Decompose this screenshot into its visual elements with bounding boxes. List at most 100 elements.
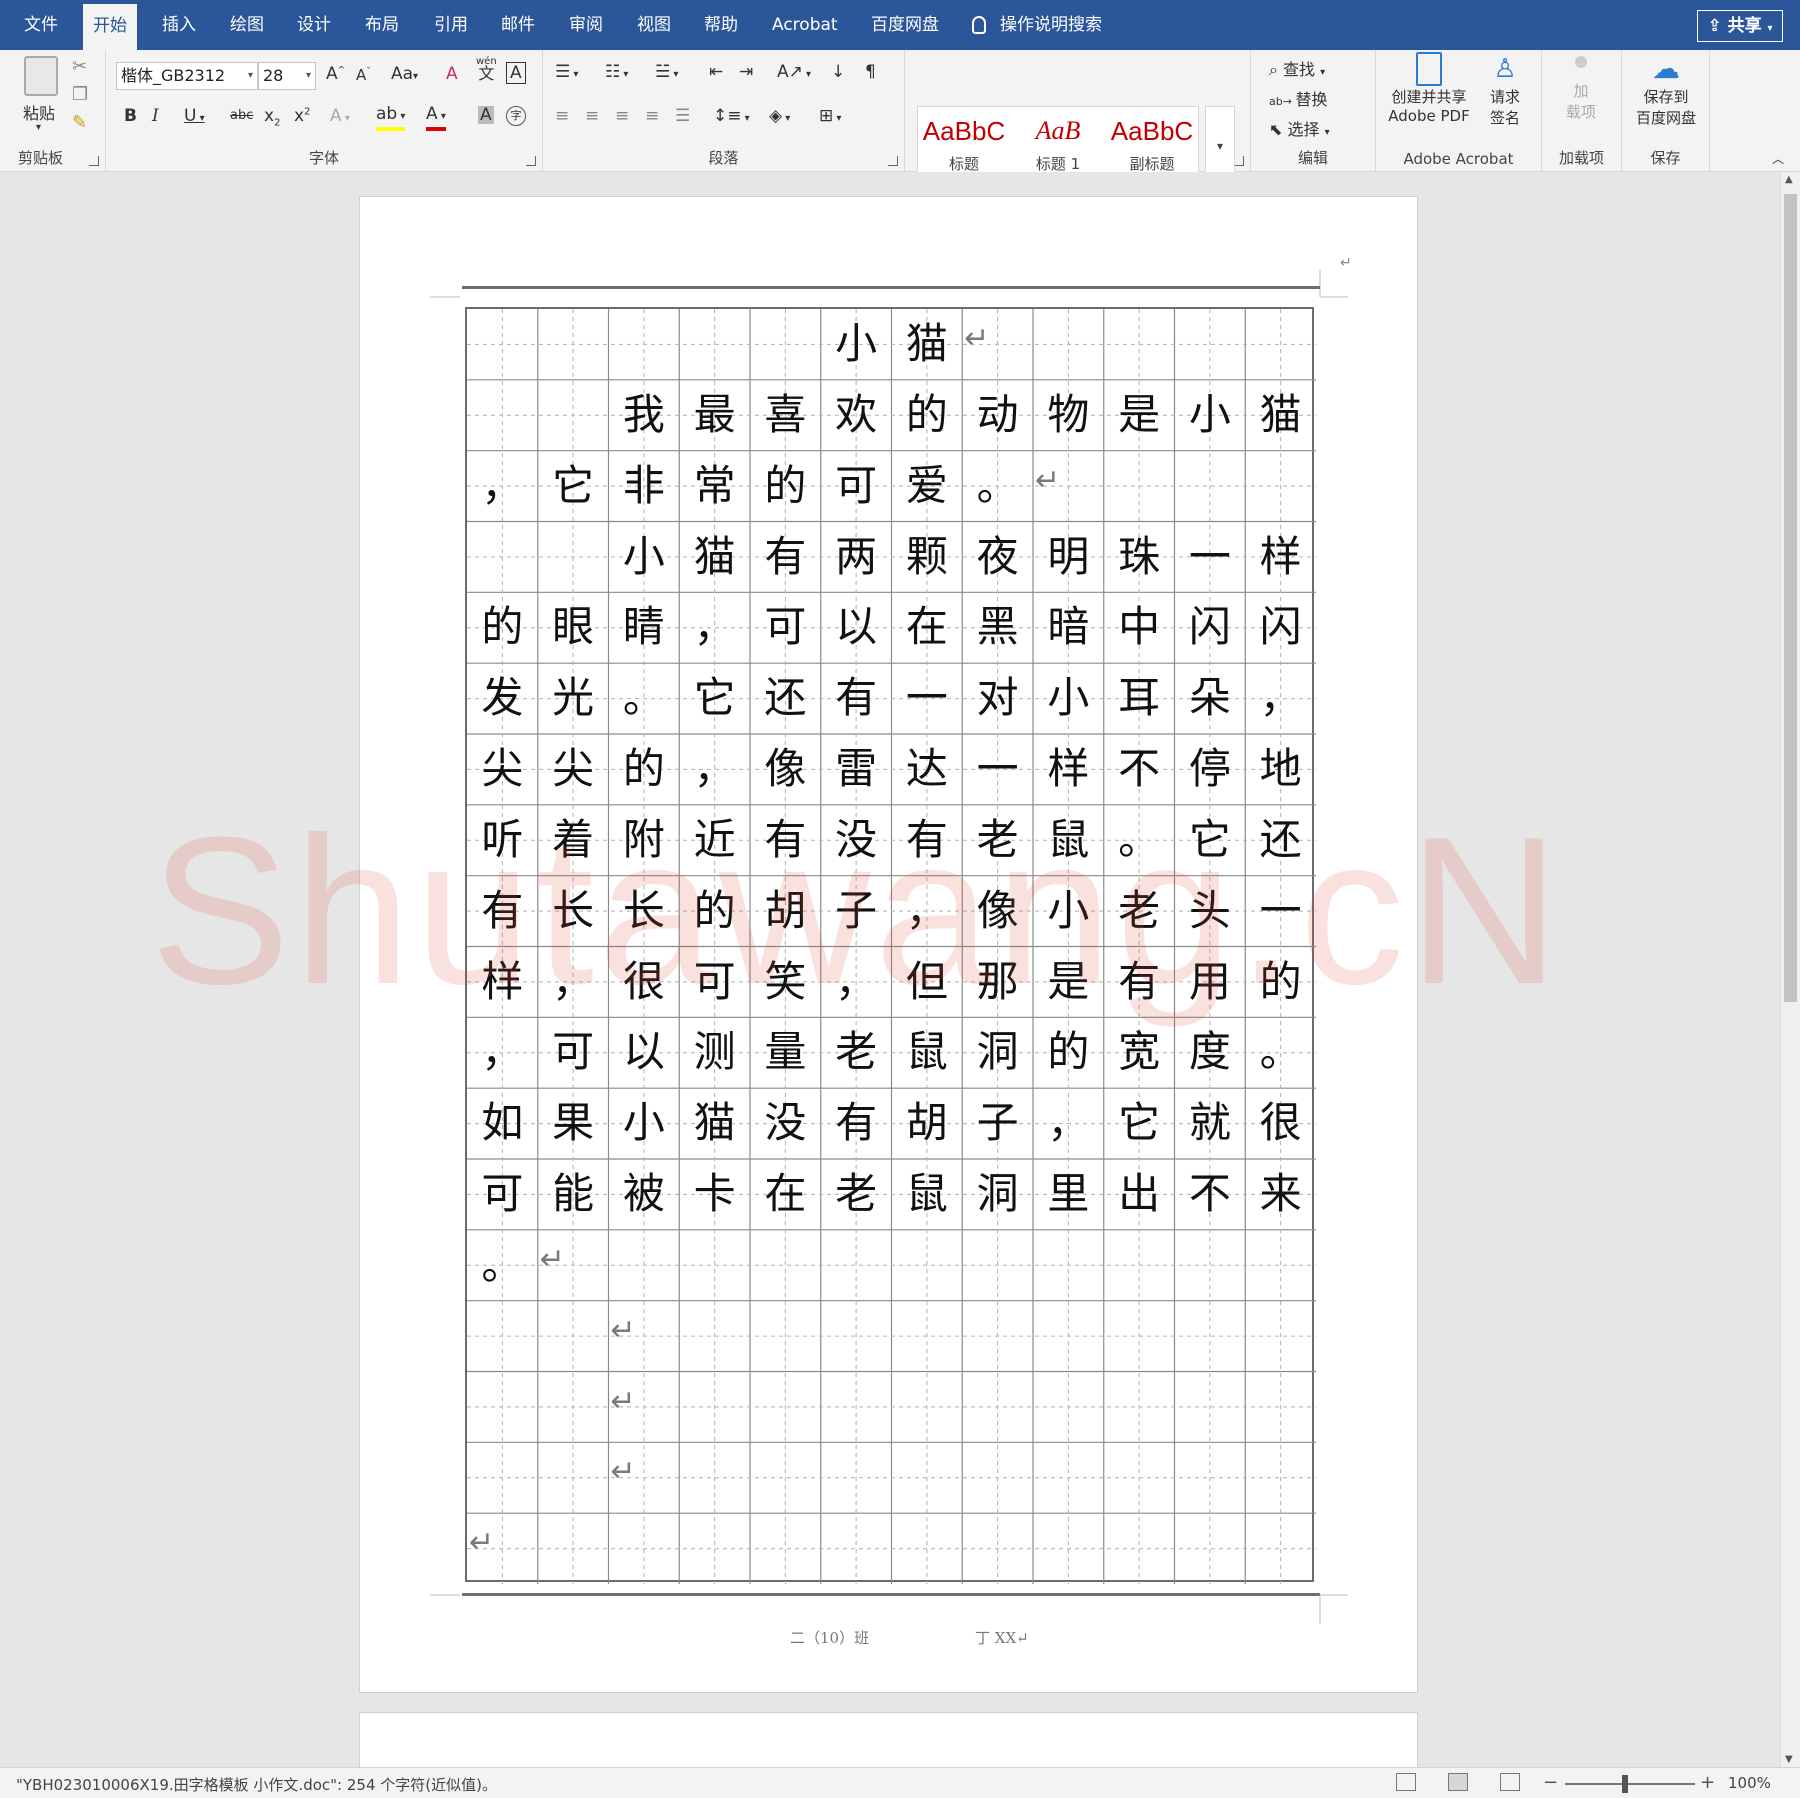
italic-icon[interactable]: I (152, 106, 159, 126)
document-page[interactable]: ↵ 小猫我最喜欢的动物是小猫，它非常的可爱。小猫有两颗夜明珠一样的眼睛，可以在黑… (359, 196, 1418, 1693)
addins-icon (1575, 56, 1587, 68)
tab-3[interactable]: 绘图 (220, 0, 274, 50)
vertical-scrollbar[interactable]: ▲ ▼ (1780, 172, 1800, 1767)
tab-4[interactable]: 设计 (287, 0, 341, 50)
text-effects-icon[interactable]: A ▾ (330, 106, 350, 126)
replace-button[interactable]: ab→ 替换 (1269, 86, 1327, 110)
clipboard-launcher-icon[interactable] (89, 156, 99, 166)
distributed-icon[interactable]: ☰ (675, 106, 690, 126)
tab-1[interactable]: 开始 (83, 4, 137, 50)
tab-10[interactable]: 帮助 (694, 0, 748, 50)
paste-dropdown-icon[interactable]: ▾ (36, 122, 41, 133)
line-spacing-icon[interactable]: ↕≡ ▾ (713, 106, 750, 126)
grid-char: 。 (481, 1239, 524, 1289)
grid-char: 小 (835, 319, 878, 368)
phonetic-guide-icon[interactable]: wén 文 (476, 56, 497, 83)
tab-2[interactable]: 插入 (152, 0, 206, 50)
font-name-combo[interactable]: 楷体_GB2312 ▾ (116, 62, 258, 90)
bullets-icon[interactable]: ☰ ▾ (555, 62, 578, 82)
tab-6[interactable]: 引用 (424, 0, 478, 50)
increase-indent-icon[interactable]: ⇥ (739, 62, 753, 82)
shrink-font-icon[interactable]: Aˇ (356, 66, 371, 84)
collapse-ribbon-icon[interactable]: ︿ (1772, 150, 1784, 167)
grid-char: 猫 (693, 531, 736, 581)
font-color-icon[interactable]: A ▾ (426, 104, 446, 131)
show-marks-icon[interactable]: ¶ (865, 62, 876, 82)
zoom-in-icon[interactable]: + (1700, 1772, 1715, 1793)
change-case-button[interactable]: Aa▾ (391, 64, 418, 84)
scroll-up-icon[interactable]: ▲ (1785, 174, 1793, 185)
select-button[interactable]: ⬉ 选择 ▾ (1269, 116, 1330, 140)
save-to-baidu-button[interactable]: ☁ 保存到 百度网盘 (1624, 52, 1708, 128)
find-button[interactable]: ⌕ 查找 ▾ (1269, 56, 1325, 80)
tell-me-search[interactable]: 操作说明搜索 (972, 0, 1102, 50)
zoom-slider[interactable] (1565, 1783, 1695, 1785)
grid-char: 耳 (1118, 673, 1161, 723)
tab-0[interactable]: 文件 (14, 0, 68, 50)
align-left-icon[interactable]: ≡ (555, 106, 569, 126)
grid-char: 度 (1188, 1027, 1231, 1077)
grid-char: 一 (1259, 885, 1302, 935)
grow-font-icon[interactable]: A^ (326, 64, 345, 84)
font-launcher-icon[interactable] (526, 156, 536, 166)
borders-icon[interactable]: ⊞ ▾ (819, 106, 841, 126)
enclose-characters-icon[interactable]: 字 (506, 106, 526, 126)
highlight-icon[interactable]: ab ▾ (376, 104, 406, 131)
grid-char: 我 (622, 389, 665, 439)
shading-icon[interactable]: ◈ ▾ (769, 106, 790, 126)
tab-7[interactable]: 邮件 (491, 0, 545, 50)
align-center-icon[interactable]: ≡ (585, 106, 599, 126)
zoom-level[interactable]: 100% (1728, 1774, 1771, 1792)
create-share-pdf-button[interactable]: 创建并共享 Adobe PDF (1386, 52, 1472, 125)
text-direction-icon[interactable]: A↗ ▾ (777, 62, 811, 82)
character-border-icon[interactable]: A (506, 62, 526, 84)
copy-icon[interactable]: ❐ (72, 84, 88, 105)
print-layout-icon[interactable] (1448, 1773, 1468, 1791)
paragraph-launcher-icon[interactable] (888, 156, 898, 166)
tab-9[interactable]: 视图 (627, 0, 681, 50)
next-page[interactable] (359, 1712, 1418, 1772)
format-painter-icon[interactable]: ✎ (72, 112, 87, 133)
grid-char: 一 (1188, 531, 1231, 581)
scrollbar-thumb[interactable] (1784, 194, 1797, 1002)
tab-5[interactable]: 布局 (355, 0, 409, 50)
tab-12[interactable]: 百度网盘 (861, 0, 949, 50)
multilevel-list-icon[interactable]: ☱ ▾ (655, 62, 678, 82)
document-stats[interactable]: "YBH023010006X19.田字格模板 小作文.doc": 254 个字符… (16, 1774, 497, 1795)
subscript-icon[interactable]: x2 (264, 106, 280, 128)
zoom-slider-thumb[interactable] (1621, 1775, 1628, 1793)
font-size-combo[interactable]: 28 ▾ (258, 62, 316, 90)
bold-icon[interactable]: B (124, 106, 137, 126)
grid-char: 喜 (764, 389, 807, 439)
paste-icon[interactable] (24, 56, 58, 96)
style-title[interactable]: AaBbC 标题 (918, 113, 1010, 174)
justify-icon[interactable]: ≡ (645, 106, 659, 126)
addins-button[interactable]: 加 载项 (1556, 52, 1606, 122)
align-right-icon[interactable]: ≡ (615, 106, 629, 126)
sort-icon[interactable]: ↓ (831, 62, 845, 82)
grid-char: 的 (764, 460, 807, 510)
character-shading-icon[interactable]: A (478, 106, 494, 124)
grid-char: 里 (1047, 1169, 1090, 1218)
styles-launcher-icon[interactable] (1234, 156, 1244, 166)
read-mode-icon[interactable] (1396, 1773, 1416, 1791)
paste-button[interactable]: 粘贴 (23, 100, 55, 124)
clear-formatting-icon[interactable]: A (446, 64, 458, 84)
decrease-indent-icon[interactable]: ⇤ (709, 62, 723, 82)
share-button[interactable]: ⇪ 共享 ▾ (1697, 10, 1783, 42)
style-heading-1[interactable]: AaB 标题 1 (1012, 113, 1104, 174)
cut-icon[interactable]: ✂ (72, 56, 87, 77)
zoom-out-icon[interactable]: − (1543, 1772, 1558, 1793)
request-signature-button[interactable]: ♙ 请求 签名 (1480, 52, 1530, 128)
superscript-icon[interactable]: x2 (294, 106, 310, 126)
tab-11[interactable]: Acrobat (762, 0, 848, 50)
numbering-icon[interactable]: ☷ ▾ (605, 62, 628, 82)
tab-8[interactable]: 审阅 (559, 0, 613, 50)
acrobat-group-label: Adobe Acrobat (1403, 150, 1514, 168)
strikethrough-icon[interactable]: abc (230, 108, 253, 123)
style-subtitle[interactable]: AaBbC 副标题 (1106, 113, 1198, 174)
scroll-down-icon[interactable]: ▼ (1785, 1754, 1793, 1765)
grid-char: 。 (976, 460, 1019, 510)
underline-icon[interactable]: U ▾ (184, 106, 205, 126)
web-layout-icon[interactable] (1500, 1773, 1520, 1791)
